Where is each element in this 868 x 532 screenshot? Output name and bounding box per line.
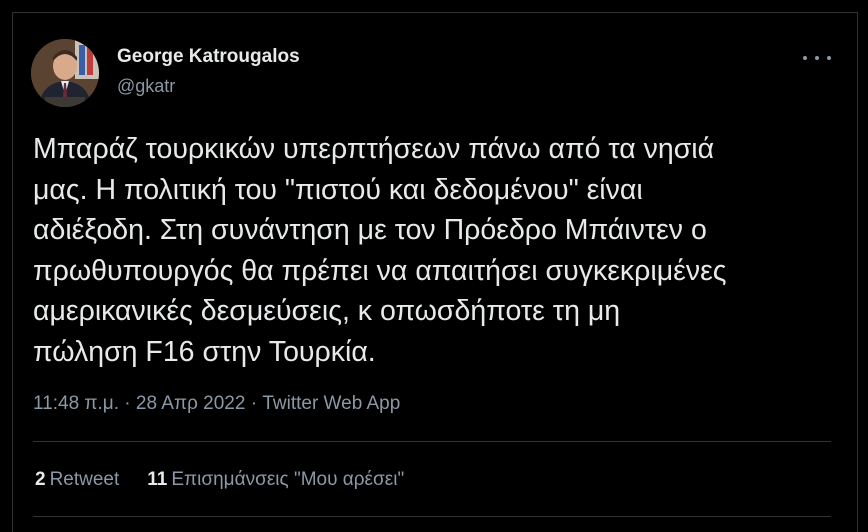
author-handle[interactable]: @gkatr	[117, 76, 175, 97]
more-dot	[827, 56, 831, 60]
avatar[interactable]	[31, 39, 99, 107]
divider	[33, 516, 831, 517]
like-count: 11	[147, 469, 168, 490]
more-dot	[815, 56, 819, 60]
tweet-source[interactable]: Twitter Web App	[262, 393, 400, 414]
tweet-stats: 2 Retweet 11 Επισημάνσεις "Μου αρέσει"	[35, 469, 404, 491]
retweets-stat[interactable]: 2 Retweet	[35, 469, 119, 491]
tweet-date[interactable]: 28 Απρ 2022	[136, 393, 246, 414]
meta-separator: ·	[245, 393, 263, 414]
more-options-button[interactable]	[803, 48, 831, 68]
divider	[33, 441, 831, 442]
tweet-text: Μπαράζ τουρκικών υπερπτήσεων πάνω από τα…	[33, 133, 727, 368]
tweet-time[interactable]: 11:48 π.μ.	[33, 393, 119, 414]
author-name[interactable]: George Katrougalos	[117, 46, 300, 68]
more-dot	[803, 56, 807, 60]
like-label: Επισημάνσεις "Μου αρέσει"	[171, 469, 405, 490]
retweet-count: 2	[35, 469, 46, 490]
retweet-label: Retweet	[49, 469, 120, 490]
avatar-photo	[31, 39, 99, 107]
tweet-card: George Katrougalos @gkatr Μπαράζ τουρκικ…	[12, 12, 858, 532]
meta-separator: ·	[119, 393, 136, 414]
tweet-meta: 11:48 π.μ. · 28 Απρ 2022 · Twitter Web A…	[33, 393, 400, 415]
likes-stat[interactable]: 11 Επισημάνσεις "Μου αρέσει"	[147, 469, 404, 491]
